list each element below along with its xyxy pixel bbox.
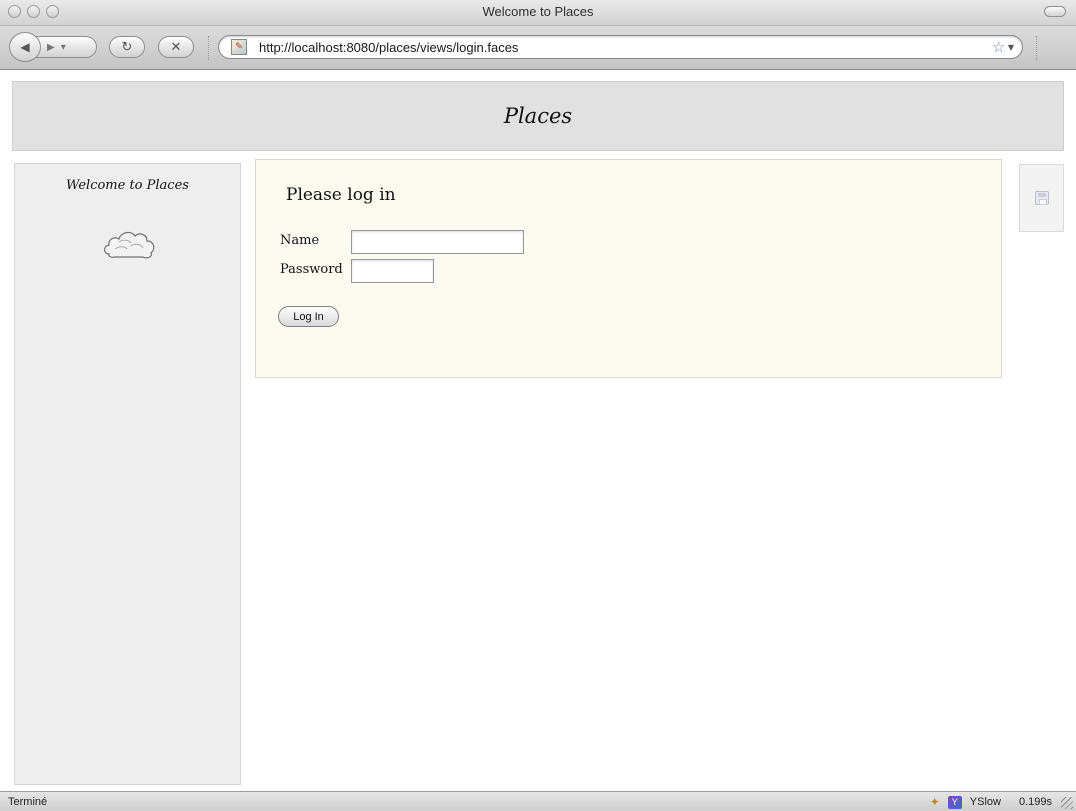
back-button[interactable]: ◀ bbox=[9, 32, 41, 62]
window-titlebar: Welcome to Places bbox=[0, 0, 1076, 26]
status-bar: Terminé ✦ Y YSlow 0.199s bbox=[0, 791, 1076, 811]
toolbar-separator bbox=[208, 36, 209, 60]
history-dropdown-icon[interactable]: ▾ bbox=[61, 42, 66, 53]
login-panel: Please log in Name Password Log In bbox=[255, 159, 1002, 378]
stop-icon: ✕ bbox=[170, 39, 182, 55]
login-heading: Please log in bbox=[286, 185, 396, 205]
status-text: Terminé bbox=[8, 796, 48, 808]
sidebar: Welcome to Places bbox=[14, 163, 241, 785]
disk-icon bbox=[1035, 191, 1049, 205]
forward-button[interactable]: ▶ ▾ bbox=[35, 36, 97, 58]
url-text[interactable]: http://localhost:8080/places/views/login… bbox=[259, 40, 518, 55]
resize-grip-icon[interactable] bbox=[1061, 797, 1073, 809]
address-bar[interactable]: ✎ http://localhost:8080/places/views/log… bbox=[218, 35, 1023, 59]
load-time: 0.199s bbox=[1018, 796, 1052, 808]
toolbar-toggle-icon[interactable] bbox=[1044, 6, 1066, 17]
reload-icon: ↻ bbox=[121, 39, 133, 55]
yslow-label[interactable]: YSlow bbox=[970, 796, 1001, 808]
password-label: Password bbox=[280, 262, 343, 277]
site-favicon-icon: ✎ bbox=[231, 39, 247, 55]
stop-button[interactable]: ✕ bbox=[158, 36, 194, 58]
page-header: Places bbox=[12, 81, 1064, 151]
url-dropdown-icon[interactable]: ▼ bbox=[1005, 43, 1014, 52]
forward-arrow-icon: ▶ bbox=[47, 41, 55, 53]
name-label: Name bbox=[280, 233, 320, 248]
name-input[interactable] bbox=[351, 230, 524, 254]
side-tab[interactable] bbox=[1019, 164, 1064, 232]
yslow-icon[interactable]: Y bbox=[947, 795, 962, 809]
page-title: Places bbox=[503, 104, 573, 128]
password-input[interactable] bbox=[351, 259, 434, 283]
cloud-icon bbox=[103, 231, 155, 259]
sidebar-title: Welcome to Places bbox=[66, 178, 189, 193]
login-button[interactable]: Log In bbox=[278, 306, 339, 327]
bookmark-star-icon[interactable]: ☆ ▼ bbox=[992, 38, 1014, 56]
browser-toolbar: ▶ ▾ ◀ ↻ ✕ ✎ http://localhost:8080/places… bbox=[0, 26, 1076, 70]
firebug-icon[interactable]: ✦ bbox=[930, 795, 940, 809]
reload-button[interactable]: ↻ bbox=[109, 36, 145, 58]
status-addons: ✦ Y YSlow 0.199s bbox=[930, 795, 1052, 809]
toolbar-separator bbox=[1036, 36, 1037, 60]
window-title: Welcome to Places bbox=[482, 4, 594, 19]
back-arrow-icon: ◀ bbox=[20, 40, 30, 54]
nav-buttons: ▶ ▾ ◀ bbox=[9, 32, 99, 62]
